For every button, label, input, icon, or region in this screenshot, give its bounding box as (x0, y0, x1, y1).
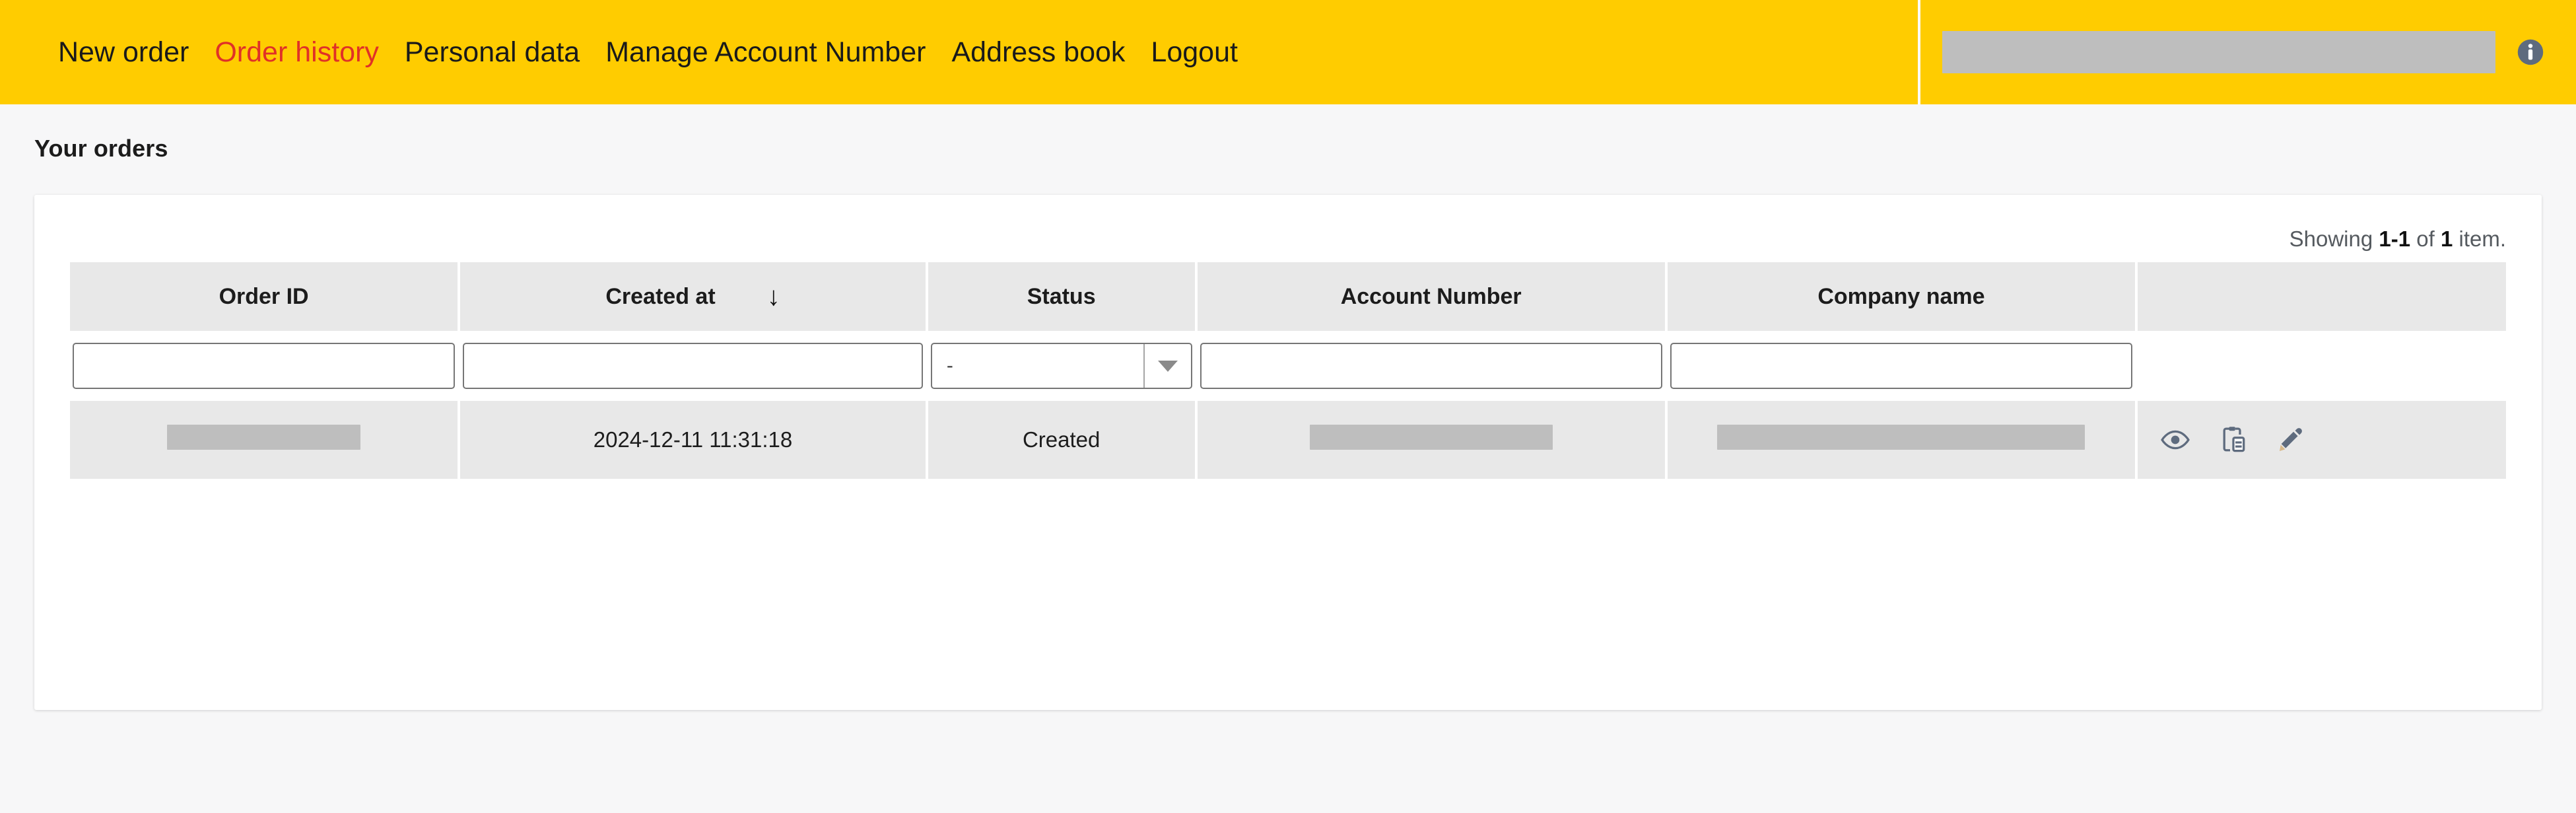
column-header-order-id-label: Order ID (219, 283, 309, 309)
chevron-down-icon (1157, 360, 1178, 372)
results-summary: Showing 1-1 of 1 item. (67, 215, 2509, 262)
filter-input-order-id[interactable] (73, 343, 456, 389)
filter-cell-account-number (1197, 331, 1665, 401)
clipboard-paste-icon[interactable] (2218, 425, 2249, 455)
column-header-company-name[interactable]: Company name (1667, 262, 2136, 331)
orders-table: Order ID Created at ↓ Status Account Num… (67, 262, 2509, 479)
summary-suffix: item. (2453, 227, 2506, 251)
column-header-created-at-label: Created at (605, 283, 716, 309)
page-title: Your orders (34, 135, 168, 162)
eye-icon[interactable] (2160, 425, 2190, 455)
filter-input-created-at[interactable] (463, 343, 923, 389)
top-navigation-bar: New order Order history Personal data Ma… (0, 0, 2576, 104)
filter-cell-created-at (460, 331, 926, 401)
column-header-created-at[interactable]: Created at ↓ (460, 262, 926, 331)
filter-select-status-button[interactable] (1143, 344, 1191, 388)
page-body: Your orders Showing 1-1 of 1 item. Order… (0, 104, 2576, 710)
order-id-redacted (167, 425, 361, 450)
summary-prefix: Showing (2289, 227, 2379, 251)
filter-input-company-name[interactable] (1670, 343, 2133, 389)
account-number-redacted (1309, 425, 1553, 450)
table-header-row: Order ID Created at ↓ Status Account Num… (70, 262, 2506, 331)
column-header-account-number[interactable]: Account Number (1197, 262, 1665, 331)
nav-links-group: New order Order history Personal data Ma… (0, 0, 1264, 104)
column-header-order-id[interactable]: Order ID (70, 262, 458, 331)
cell-status: Created (928, 401, 1195, 479)
filter-select-status-value: - (946, 355, 953, 376)
column-header-actions (2138, 262, 2506, 331)
table-row[interactable]: 2024-12-11 11:31:18 Created (70, 401, 2506, 479)
cell-account-number (1197, 401, 1665, 479)
filter-input-account-number[interactable] (1200, 343, 1662, 389)
nav-item-order-history[interactable]: Order history (215, 38, 379, 67)
column-header-status[interactable]: Status (928, 262, 1195, 331)
summary-total: 1 (2440, 227, 2453, 251)
summary-range: 1-1 (2379, 227, 2411, 251)
sort-descending-arrow-icon: ↓ (766, 282, 780, 311)
cell-company-name (1667, 401, 2136, 479)
orders-card: Showing 1-1 of 1 item. Order ID Created … (34, 195, 2542, 710)
cell-order-id (70, 401, 458, 479)
nav-right-group (1920, 0, 2576, 104)
column-header-account-number-label: Account Number (1340, 283, 1522, 309)
summary-middle: of (2410, 227, 2441, 251)
table-filter-row: - (70, 331, 2506, 401)
nav-item-address-book[interactable]: Address book (951, 38, 1125, 67)
column-header-company-name-label: Company name (1817, 283, 1985, 309)
nav-item-logout[interactable]: Logout (1151, 38, 1238, 67)
filter-cell-status: - (928, 331, 1195, 401)
info-icon[interactable] (2517, 38, 2544, 66)
nav-item-manage-account-number[interactable]: Manage Account Number (605, 38, 926, 67)
pencil-icon[interactable] (2276, 425, 2307, 455)
filter-cell-order-id (70, 331, 458, 401)
filter-select-status[interactable]: - (930, 343, 1192, 389)
company-name-redacted (1717, 425, 2085, 450)
cell-actions (2138, 401, 2506, 479)
row-action-buttons (2146, 425, 2498, 455)
filter-cell-actions (2138, 331, 2506, 401)
filter-cell-company-name (1667, 331, 2136, 401)
cell-created-at: 2024-12-11 11:31:18 (460, 401, 926, 479)
nav-search-field-redacted[interactable] (1942, 31, 2495, 73)
nav-item-personal-data[interactable]: Personal data (405, 38, 580, 67)
nav-item-new-order[interactable]: New order (58, 38, 189, 67)
column-header-status-label: Status (1027, 283, 1096, 309)
